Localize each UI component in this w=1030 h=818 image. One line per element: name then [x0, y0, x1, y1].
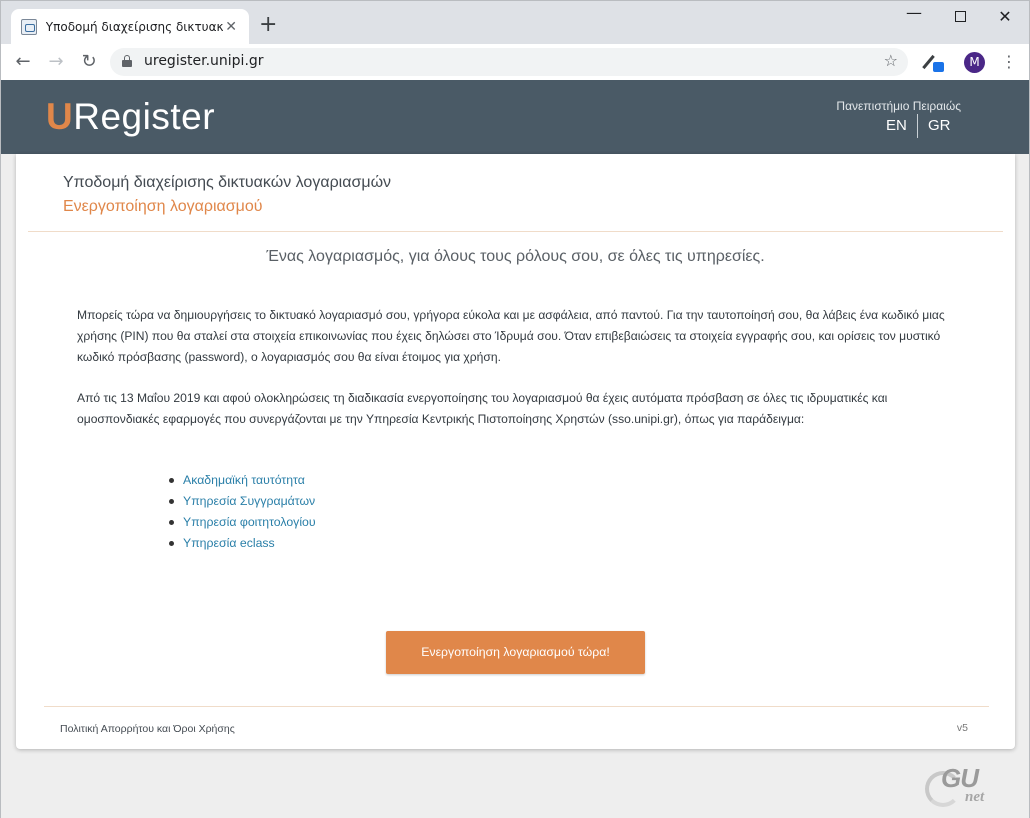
- activate-account-button[interactable]: Ενεργοποίηση λογαριασμού τώρα!: [386, 631, 645, 674]
- forward-button[interactable]: →: [44, 50, 68, 74]
- page-subtitle: Ενεργοποίηση λογαριασμού: [63, 198, 263, 215]
- window-minimize-button[interactable]: —: [904, 3, 924, 22]
- address-bar[interactable]: uregister.unipi.gr ☆: [110, 48, 908, 76]
- divider: [28, 231, 1003, 232]
- uregister-logo[interactable]: URegister: [46, 96, 215, 138]
- link-academic-id[interactable]: Ακαδημαϊκή ταυτότητα: [183, 473, 305, 487]
- tab-title: Υποδομή διαχείρισης δικτυακών λογαριασμώ…: [45, 20, 224, 34]
- services-paragraph: Από τις 13 Μαΐου 2019 και αφού ολοκληρώσ…: [77, 391, 888, 426]
- window-close-button[interactable]: ✕: [995, 7, 1015, 26]
- list-item: Υπηρεσία φοιτητολογίου: [168, 512, 316, 533]
- browser-toolbar: ← → ↻ uregister.unipi.gr ☆ M ⋮: [0, 44, 1030, 80]
- reload-button[interactable]: ↻: [77, 50, 101, 74]
- language-gr-link[interactable]: GR: [928, 117, 951, 134]
- site-favicon-icon: [21, 19, 37, 35]
- privacy-terms-link[interactable]: Πολιτική Απορρήτου και Όροι Χρήσης: [60, 723, 235, 735]
- service-links-list: Ακαδημαϊκή ταυτότητα Υπηρεσία Συγγραμάτω…: [168, 470, 316, 554]
- window-maximize-button[interactable]: [950, 7, 970, 26]
- content-card: Υποδομή διαχείρισης δικτυακών λογαριασμώ…: [16, 154, 1015, 749]
- link-eclass-service[interactable]: Υπηρεσία eclass: [183, 536, 275, 550]
- page-title: Υποδομή διαχείρισης δικτυακών λογαριασμώ…: [63, 174, 392, 191]
- extension-icon[interactable]: [922, 52, 945, 72]
- list-item: Υπηρεσία eclass: [168, 533, 316, 554]
- browser-menu-icon[interactable]: ⋮: [1001, 51, 1017, 73]
- intro-paragraph: Μπορείς τώρα να δημιουργήσεις το δικτυακ…: [77, 308, 945, 364]
- list-item: Υπηρεσία Συγγραμάτων: [168, 491, 316, 512]
- bookmark-star-icon[interactable]: ☆: [884, 51, 898, 70]
- link-textbooks-service[interactable]: Υπηρεσία Συγγραμάτων: [183, 494, 315, 508]
- university-name: Πανεπιστήμιο Πειραιώς: [836, 99, 961, 113]
- footer-divider: [44, 706, 989, 707]
- back-button[interactable]: ←: [11, 50, 35, 74]
- maximize-icon: [954, 11, 966, 22]
- url-text[interactable]: uregister.unipi.gr: [144, 53, 264, 69]
- gunet-watermark-logo: GU net: [923, 763, 993, 813]
- profile-avatar[interactable]: M: [964, 52, 985, 73]
- language-en-link[interactable]: EN: [886, 117, 907, 134]
- new-tab-button[interactable]: +: [259, 14, 277, 36]
- language-divider: [917, 114, 918, 138]
- site-header: URegister Πανεπιστήμιο Πειραιώς EN GR: [1, 80, 1029, 154]
- lock-icon[interactable]: [122, 55, 132, 67]
- link-student-records-service[interactable]: Υπηρεσία φοιτητολογίου: [183, 515, 316, 529]
- list-item: Ακαδημαϊκή ταυτότητα: [168, 470, 316, 491]
- browser-tab[interactable]: Υποδομή διαχείρισης δικτυακών λογαριασμώ…: [11, 9, 249, 45]
- browser-tab-bar: Υποδομή διαχείρισης δικτυακών λογαριασμώ…: [0, 0, 1030, 45]
- close-tab-icon[interactable]: ✕: [223, 19, 239, 35]
- page-viewport: URegister Πανεπιστήμιο Πειραιώς EN GR Υπ…: [0, 80, 1030, 818]
- version-label: v5: [956, 722, 968, 734]
- tagline: Ένας λογαριασμός, για όλους τους ρόλους …: [266, 248, 765, 265]
